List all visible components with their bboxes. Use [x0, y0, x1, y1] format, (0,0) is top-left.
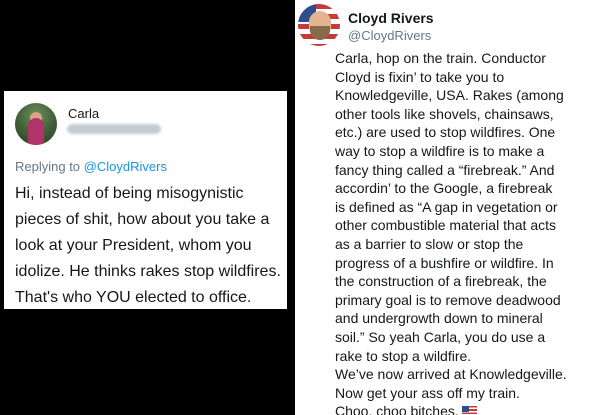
us-flag-emoji-icon	[461, 406, 477, 415]
tweet-line: etc.) are used to stop wildfires. One	[335, 124, 556, 141]
cloyd-handle[interactable]: @CloydRivers	[348, 28, 431, 43]
tweet-line: as a barrier to slow or stop the	[335, 235, 524, 252]
cloyd-avatar[interactable]	[298, 4, 340, 46]
right-tweet-card: Cloyd Rivers @CloydRivers Carla, hop on …	[295, 0, 600, 415]
tweet-line: other tools like shovels, chainsaws,	[335, 105, 554, 122]
reply-prefix: Replying to	[15, 159, 81, 174]
tweet-line: primary goal is to remove deadwood	[335, 291, 561, 308]
tweet-line: progress of a bushfire or wildfire. In	[335, 254, 554, 271]
tweet-line: Carla, hop on the train. Conductor	[335, 50, 546, 66]
tweet-line: way to stop a wildfire is to make a	[335, 142, 545, 159]
tweet-line: and undergrowth down to mineral	[335, 310, 543, 327]
carla-handle-redacted	[67, 124, 161, 134]
tweet-line: Cloyd is fixin’ to take you to	[335, 68, 505, 85]
tweet-line: Now get your ass off my train.	[335, 384, 520, 401]
tweet-line: Knowledgeville, USA. Rakes (among	[335, 87, 564, 104]
tweet-line: other combustible material that acts	[335, 217, 556, 234]
tweet-line: soil.” So yeah Carla, you do use a	[335, 328, 546, 345]
avatar-figure	[28, 118, 44, 145]
cloyd-author-name[interactable]: Cloyd Rivers	[348, 10, 434, 26]
tweet-line-text: Choo, choo bitches.	[335, 403, 459, 415]
reply-context: Replying to @CloydRivers	[15, 159, 167, 174]
carla-avatar[interactable]	[15, 103, 57, 145]
reply-mention-link[interactable]: @CloydRivers	[84, 159, 167, 174]
tweet-line: rake to stop a wildfire.	[335, 347, 472, 364]
carla-tweet-text: Hi, instead of being misogynistic pieces…	[15, 185, 281, 306]
tweet-line-last: Choo, choo bitches.	[335, 402, 597, 415]
tweet-line: accordin’ to the Google, a firebreak	[335, 180, 553, 197]
carla-author-name[interactable]: Carla	[68, 106, 99, 121]
tweet-line: is defined as “A gap in vegetation or	[335, 198, 558, 215]
tweet-line: the construction of a firebreak, the	[335, 273, 547, 290]
left-tweet-card: Carla Replying to @CloydRivers Hi, inste…	[4, 91, 287, 309]
tweet-line: fancy thing called a “firebreak.” And	[335, 161, 555, 178]
cloyd-tweet-text: Carla, hop on the train. Conductor Cloyd…	[335, 49, 597, 415]
tweet-line: We’ve now arrived at Knowledgeville.	[335, 366, 567, 383]
